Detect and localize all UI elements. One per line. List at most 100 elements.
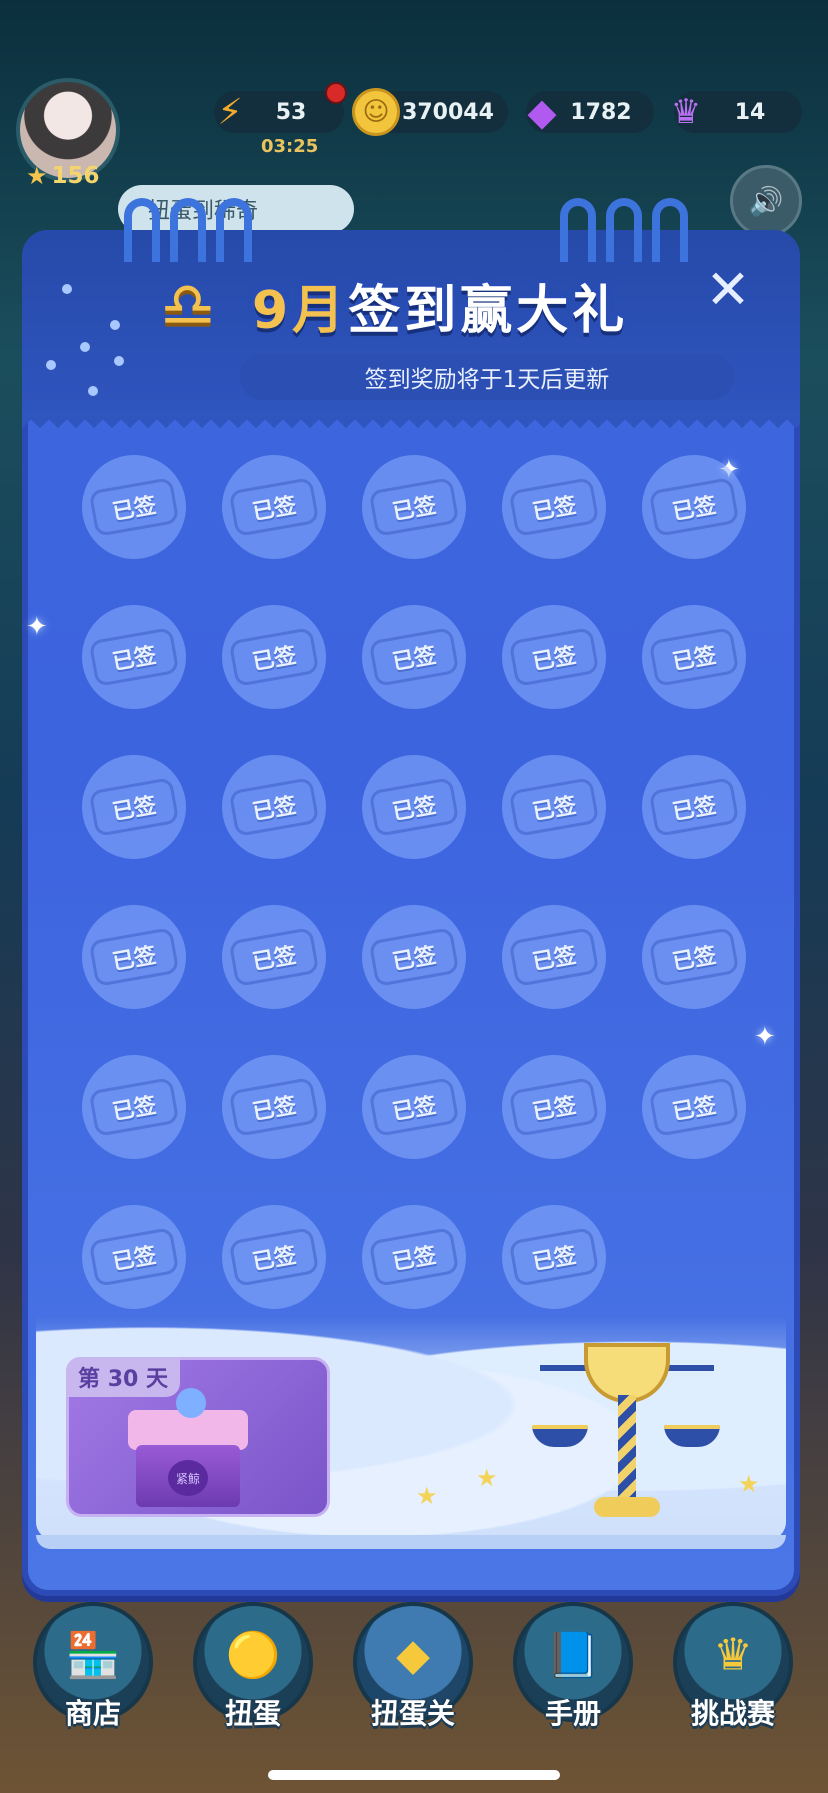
binder-ring [170,198,206,262]
panel-title-text: 9月签到赢大礼 [252,268,628,343]
gift-emblem: 紧鲸 [168,1460,208,1496]
signed-day[interactable]: 已签 [222,455,326,559]
signed-day[interactable]: 已签 [502,1205,606,1309]
signin-day-grid: 已签 已签 已签 已签 已签 已签 已签 已签 已签 已签 已签 已签 已签 已签 已签 已签 已签 已签 已签 已签… [82,455,752,1309]
panel-footer-strip [36,1535,786,1549]
crown-value: 14 [734,99,766,125]
signed-stamp: 已签 [228,477,320,537]
signed-stamp: 已签 [228,1227,320,1287]
signed-stamp: 已签 [228,1077,320,1137]
binder-ring [124,198,160,262]
signed-stamp: 已签 [508,627,600,687]
star-icon: ★ [738,1470,760,1498]
signed-stamp: 已签 [648,1077,740,1137]
signed-day[interactable]: 已签 [222,1205,326,1309]
signed-day[interactable]: 已签 [362,605,466,709]
signed-day[interactable]: 已签 [502,905,606,1009]
signed-stamp: 已签 [228,927,320,987]
player-level: ★ 156 [26,162,100,190]
signed-stamp: 已签 [88,777,180,837]
signed-stamp: 已签 [648,627,740,687]
signed-stamp: 已签 [508,927,600,987]
signed-day[interactable]: 已签 [502,455,606,559]
signed-stamp: 已签 [648,477,740,537]
coin-icon: ☺ [352,88,400,136]
coin-value: 370044 [402,99,494,125]
signed-day[interactable]: 已签 [502,755,606,859]
nav-challenge-label: 挑战赛 [690,1697,775,1730]
signed-day[interactable]: 已签 [642,455,746,559]
signed-day[interactable]: 已签 [222,755,326,859]
panel-subtitle: 签到奖励将于1天后更新 [240,354,734,400]
panel-title: ♎ 9月签到赢大礼 [160,268,628,343]
title-month: 9月 [252,280,349,341]
signed-stamp: 已签 [368,777,460,837]
challenge-icon: ♛ [713,1629,753,1681]
player-level-value: 156 [51,163,100,189]
signed-day[interactable]: 已签 [222,605,326,709]
signed-stamp: 已签 [368,1077,460,1137]
gashapon-icon: 🟡 [225,1630,281,1682]
signed-day[interactable]: 已签 [82,755,186,859]
gem-value: 1782 [570,99,632,125]
shop-icon: 🏪 [65,1630,121,1682]
signed-day[interactable]: 已签 [222,905,326,1009]
signed-stamp: 已签 [508,477,600,537]
signed-stamp: 已签 [88,1077,180,1137]
signed-day[interactable]: 已签 [362,1055,466,1159]
sparkle-icon: ✦ [754,1022,776,1052]
signed-day[interactable]: 已签 [82,455,186,559]
nav-gashapon-level-label: 扭蛋关 [370,1697,455,1730]
signed-day[interactable]: 已签 [222,1055,326,1159]
signed-day[interactable]: 已签 [642,1055,746,1159]
binder-ring [216,198,252,262]
gashapon-level-icon: ◆ [396,1629,430,1681]
handbook-icon: 📘 [545,1630,601,1682]
signed-stamp: 已签 [508,777,600,837]
close-button[interactable]: ✕ [700,262,756,318]
signed-stamp: 已签 [228,777,320,837]
signed-day[interactable]: 已签 [362,455,466,559]
signed-stamp: 已签 [88,477,180,537]
binder-ring [652,198,688,262]
signed-day[interactable]: 已签 [82,605,186,709]
energy-timer: 03:25 [261,136,319,157]
announcement-button[interactable]: 🔊 [730,165,802,237]
close-icon: ✕ [705,258,751,321]
signed-day[interactable]: 已签 [362,755,466,859]
nav-shop-label: 商店 [64,1697,121,1730]
signed-day[interactable]: 已签 [82,1205,186,1309]
gift-box-icon: 紧鲸 [128,1388,248,1510]
signed-stamp: 已签 [88,927,180,987]
signed-day[interactable]: 已签 [502,1055,606,1159]
energy-value: 53 [275,99,307,125]
signed-stamp: 已签 [368,1227,460,1287]
header-zigzag-edge [22,410,800,428]
nav-handbook-label: 手册 [544,1697,601,1730]
signed-stamp: 已签 [368,927,460,987]
lightning-icon: ⚡ [217,91,243,133]
star-icon: ★ [26,162,48,190]
signed-day[interactable]: 已签 [362,905,466,1009]
signed-stamp: 已签 [648,777,740,837]
binder-ring [606,198,642,262]
signed-day[interactable]: 已签 [642,905,746,1009]
signed-day[interactable]: 已签 [642,605,746,709]
sparkle-icon: ✦ [26,612,48,642]
signed-day[interactable]: 已签 [362,1205,466,1309]
day30-label: 第 30 天 [66,1357,180,1397]
crown-icon: ♛ [670,92,702,132]
constellation-decoration [40,282,130,402]
speaker-icon: 🔊 [748,184,784,218]
signed-stamp: 已签 [368,477,460,537]
notification-dot [325,82,347,104]
signed-day[interactable]: 已签 [642,755,746,859]
star-icon: ★ [416,1482,438,1510]
signed-day[interactable]: 已签 [82,1055,186,1159]
signed-day[interactable]: 已签 [82,905,186,1009]
signed-day[interactable]: 已签 [502,605,606,709]
libra-scale-decoration [532,1335,732,1525]
signed-stamp: 已签 [648,927,740,987]
title-main: 签到赢大礼 [348,280,629,341]
home-indicator[interactable] [268,1770,560,1780]
